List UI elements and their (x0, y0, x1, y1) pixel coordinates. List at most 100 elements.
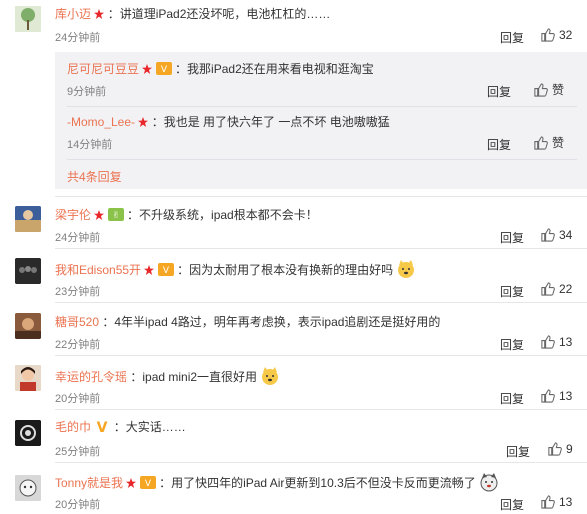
avatar[interactable] (15, 6, 41, 32)
timestamp: 9分钟前 (67, 86, 107, 98)
star-badge-icon (94, 210, 105, 220)
like-label: 赞 (552, 83, 565, 97)
comment-line: 梁宇伦 ✌ ：不升级系统，ipad根本都不会卡！ (55, 206, 318, 223)
like-count: 34 (559, 227, 573, 242)
timestamp: 25分钟前 (55, 446, 101, 458)
like-count: 9 (566, 441, 573, 456)
comment-text: ：4年半ipad 4路过，明年再考虑换，表示ipad追剧还是挺好用的 (102, 315, 441, 329)
thumbs-up-icon (534, 83, 548, 97)
thumbs-up-icon (548, 442, 562, 456)
comment-line: Tonny就是我 V ：用了快四年的iPad Air更新到10.3后不但没卡反而… (55, 472, 499, 492)
comment-text: ：大实话…… (113, 420, 186, 434)
username-link[interactable]: 库小迈 (55, 7, 91, 21)
svg-text:✌: ✌ (112, 211, 120, 221)
timestamp: 20分钟前 (55, 393, 101, 405)
avatar-tree-image (15, 6, 41, 32)
avatar-image (15, 475, 41, 501)
like-count: 13 (559, 388, 573, 403)
avatar[interactable] (15, 420, 41, 446)
avatar-image (15, 258, 41, 284)
username-link[interactable]: 糖哥520 (55, 315, 99, 329)
reply-button[interactable]: 回复 (500, 29, 524, 46)
more-replies-link[interactable]: 共4条回复 (67, 168, 122, 185)
vip-badge-icon: V (155, 62, 172, 75)
svg-text:V: V (97, 420, 108, 433)
like-button[interactable]: 22 (540, 281, 572, 296)
comment-text: ：ipad mini2一直很好用 (130, 370, 258, 384)
reply-button[interactable]: 回复 (487, 83, 511, 100)
star-badge-icon (94, 9, 105, 19)
like-count: 13 (559, 494, 573, 509)
username-link[interactable]: 幸运的孔令瑶 (55, 370, 127, 384)
hand-badge-icon: ✌ (107, 208, 124, 221)
divider (55, 409, 587, 410)
thumbs-up-icon (541, 28, 555, 42)
avatar[interactable] (15, 206, 41, 232)
avatar-image (15, 313, 41, 339)
username-link[interactable]: -Momo_Lee- (67, 115, 135, 129)
avatar[interactable] (15, 365, 41, 391)
reply-button[interactable]: 回复 (500, 336, 524, 353)
timestamp: 22分钟前 (55, 339, 101, 351)
star-badge-icon (126, 478, 137, 488)
verified-v-icon: V (97, 420, 108, 433)
like-button[interactable]: 32 (540, 27, 572, 42)
like-button[interactable]: 9 (547, 441, 573, 456)
divider (67, 106, 577, 107)
username-link[interactable]: 我和Edison55开 (55, 263, 141, 277)
avatar[interactable] (15, 258, 41, 284)
reply-button[interactable]: 回复 (500, 229, 524, 246)
avatar[interactable] (15, 313, 41, 339)
comment-line: 库小迈 ：讲道理iPad2还没坏呢，电池杠杠的…… (55, 5, 330, 22)
svg-text:V: V (163, 266, 170, 276)
husky-emoji-icon (480, 473, 498, 492)
timestamp: 24分钟前 (55, 232, 101, 244)
reply-button[interactable]: 回复 (506, 443, 530, 460)
vip-badge-icon: V (157, 263, 174, 276)
like-button[interactable]: 13 (540, 334, 572, 349)
star-badge-icon (138, 117, 149, 127)
thumbs-up-icon (541, 335, 555, 349)
like-count: 13 (559, 334, 573, 349)
avatar[interactable] (15, 475, 41, 501)
comment-line: 毛的巾 V ：大实话…… (55, 418, 186, 435)
thumbs-up-icon (534, 136, 548, 150)
comment-line: 我和Edison55开 V ：因为太耐用了根本没有换新的理由好吗 (55, 259, 416, 279)
reply-button[interactable]: 回复 (500, 496, 524, 513)
avatar-image (15, 365, 41, 391)
like-button[interactable]: 赞 (533, 134, 564, 151)
dog-emoji-icon (262, 367, 279, 385)
timestamp: 24分钟前 (55, 32, 101, 44)
sub-reply-line: -Momo_Lee- ：我也是 用了快六年了 一点不坏 电池嗷嗷猛 (67, 113, 390, 130)
comment-line: 幸运的孔令瑶 ：ipad mini2一直很好用 (55, 366, 280, 386)
reply-button[interactable]: 回复 (487, 136, 511, 153)
divider (55, 462, 587, 463)
comment-line: 糖哥520 ：4年半ipad 4路过，明年再考虑换，表示ipad追剧还是挺好用的 (55, 313, 440, 330)
username-link[interactable]: 梁宇伦 (55, 208, 91, 222)
like-button[interactable]: 13 (540, 388, 572, 403)
star-badge-icon (142, 64, 153, 74)
username-link[interactable]: 尼可尼可豆豆 (67, 62, 139, 76)
comment-text: ：因为太耐用了根本没有换新的理由好吗 (177, 263, 394, 277)
thumbs-up-icon (541, 282, 555, 296)
like-button[interactable]: 赞 (533, 81, 564, 98)
thumbs-up-icon (541, 495, 555, 509)
avatar-image (15, 206, 41, 232)
svg-text:V: V (161, 65, 168, 75)
divider (55, 302, 587, 303)
thumbs-up-icon (541, 228, 555, 242)
like-count: 22 (559, 281, 573, 296)
sub-reply-text: ：我那iPad2还在用来看电视和逛淘宝 (175, 62, 374, 76)
like-button[interactable]: 13 (540, 494, 572, 509)
sub-reply-text: ：我也是 用了快六年了 一点不坏 电池嗷嗷猛 (151, 115, 390, 129)
like-button[interactable]: 34 (540, 227, 572, 242)
comment-text: ：不升级系统，ipad根本都不会卡！ (127, 208, 318, 222)
username-link[interactable]: Tonny就是我 (55, 476, 123, 490)
username-link[interactable]: 毛的巾 (55, 420, 91, 434)
timestamp: 14分钟前 (67, 139, 113, 151)
dog-emoji-icon (398, 260, 415, 278)
reply-button[interactable]: 回复 (500, 283, 524, 300)
timestamp: 20分钟前 (55, 499, 101, 511)
avatar-image (15, 420, 41, 446)
reply-button[interactable]: 回复 (500, 390, 524, 407)
